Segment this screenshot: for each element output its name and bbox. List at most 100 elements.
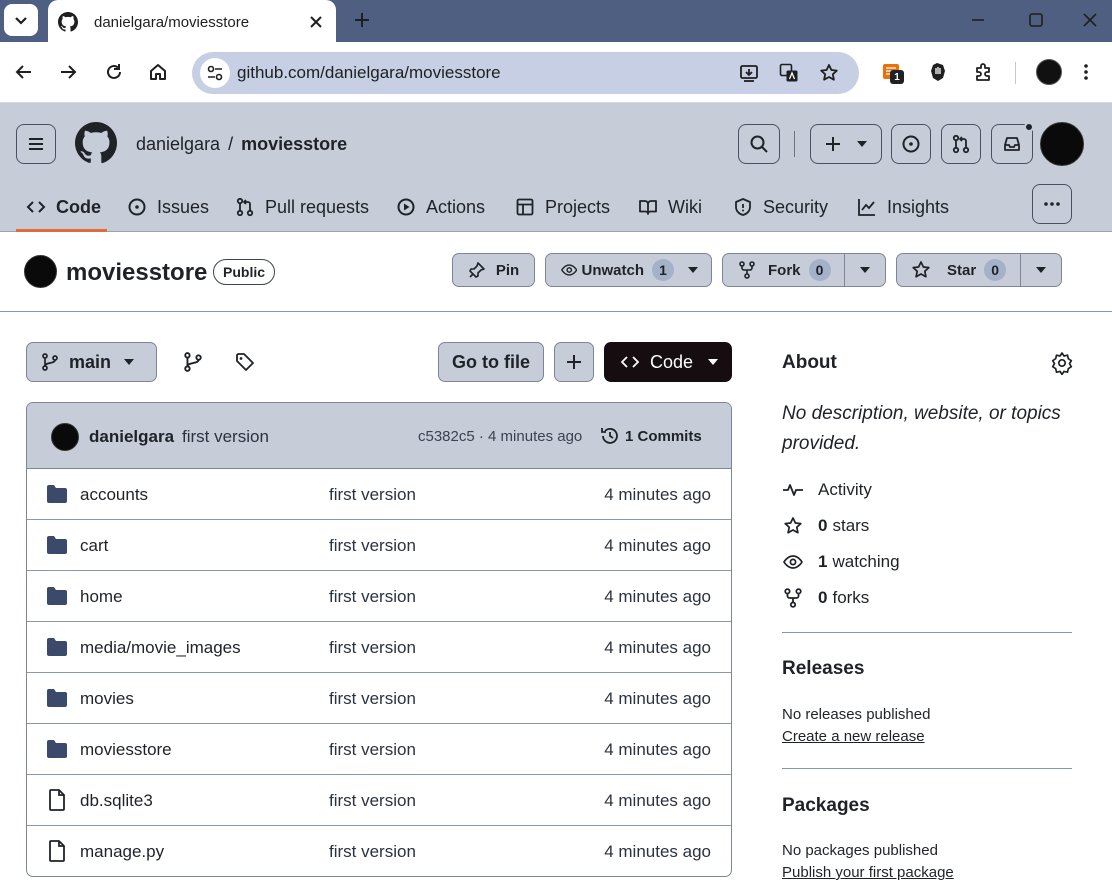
file-name-link[interactable]: home: [80, 587, 123, 607]
file-row[interactable]: moviesstore first version 4 minutes ago: [27, 724, 731, 775]
site-info-button[interactable]: [200, 58, 230, 88]
code-dropdown-button[interactable]: Code: [604, 342, 732, 382]
tab-search-button[interactable]: [4, 4, 38, 36]
repo-name[interactable]: moviesstore: [66, 259, 207, 287]
file-commit-message[interactable]: first version: [329, 689, 416, 709]
fork-button[interactable]: Fork 0: [723, 254, 844, 286]
file-name-link[interactable]: accounts: [80, 485, 148, 505]
commits-history-link[interactable]: 1 Commits: [599, 425, 702, 447]
adblock-extension-button[interactable]: [924, 58, 952, 86]
tab-code-label: Code: [56, 196, 101, 217]
branch-name: main: [69, 351, 112, 372]
file-name-link[interactable]: db.sqlite3: [80, 791, 153, 811]
tab-code[interactable]: Code: [26, 183, 101, 231]
file-row[interactable]: media/movie_images first version 4 minutes…: [27, 622, 731, 673]
packages-heading[interactable]: Packages: [782, 795, 870, 817]
home-button[interactable]: [144, 58, 172, 86]
create-release-link[interactable]: Create a new release: [782, 728, 925, 745]
forks-link[interactable]: 0 forks: [782, 588, 869, 608]
url-text[interactable]: github.com/danielgara/moviesstore: [237, 63, 501, 83]
commit-meta[interactable]: c5382c5 · 4 minutes ago: [418, 428, 582, 445]
file-name-link[interactable]: media/movie_images: [80, 638, 241, 658]
watch-button[interactable]: Unwatch 1: [546, 254, 674, 286]
tab-wiki[interactable]: Wiki: [638, 183, 702, 231]
file-name-link[interactable]: moviesstore: [80, 740, 172, 760]
commit-author-avatar[interactable]: [51, 423, 79, 451]
tab-actions[interactable]: Actions: [396, 183, 485, 231]
file-commit-message[interactable]: first version: [329, 536, 416, 556]
tab-issues[interactable]: Issues: [127, 183, 209, 231]
bookmark-star-button[interactable]: [817, 61, 841, 85]
extension-button[interactable]: 1: [878, 58, 906, 86]
file-row[interactable]: movies first version 4 minutes ago: [27, 673, 731, 724]
address-bar[interactable]: github.com/danielgara/moviesstore: [192, 52, 859, 94]
file-name-link[interactable]: movies: [80, 689, 134, 709]
tab-projects[interactable]: Projects: [515, 183, 610, 231]
breadcrumb-repo-link[interactable]: moviesstore: [241, 134, 347, 154]
nav-more-button[interactable]: [1032, 184, 1072, 224]
reload-button[interactable]: [100, 58, 128, 86]
forward-button[interactable]: [54, 58, 82, 86]
file-commit-message[interactable]: first version: [329, 587, 416, 607]
add-file-button[interactable]: [554, 342, 594, 382]
new-tab-button[interactable]: [348, 6, 376, 34]
fork-dropdown[interactable]: [845, 254, 885, 286]
github-logo-icon[interactable]: [75, 122, 117, 164]
install-app-button[interactable]: [737, 61, 761, 85]
tab-pull-requests[interactable]: Pull requests: [235, 183, 369, 231]
file-row[interactable]: manage.py first version 4 minutes ago: [27, 826, 731, 876]
gear-icon[interactable]: [1050, 351, 1074, 375]
branch-selector[interactable]: main: [26, 342, 157, 382]
watching-link[interactable]: 1 watching: [782, 552, 900, 572]
file-row[interactable]: db.sqlite3 first version 4 minutes ago: [27, 775, 731, 826]
close-window-button[interactable]: [1076, 6, 1104, 34]
publish-package-link[interactable]: Publish your first package: [782, 864, 954, 881]
commit-author[interactable]: danielgara: [89, 427, 174, 447]
releases-heading[interactable]: Releases: [782, 658, 864, 680]
search-button[interactable]: [738, 124, 780, 164]
pull-requests-button[interactable]: [941, 124, 981, 164]
pulse-icon: [783, 484, 803, 496]
arrow-left-icon: [15, 65, 31, 79]
file-commit-message[interactable]: first version: [329, 740, 416, 760]
issues-button[interactable]: [891, 124, 931, 164]
pin-button[interactable]: Pin: [452, 253, 535, 287]
file-name-link[interactable]: cart: [80, 536, 108, 556]
repo-owner-avatar[interactable]: [24, 255, 57, 288]
tab-insights[interactable]: Insights: [857, 183, 949, 231]
fork-label: Fork: [768, 261, 801, 279]
close-tab-icon[interactable]: [306, 12, 326, 32]
translate-button[interactable]: [777, 61, 801, 85]
breadcrumb-owner-link[interactable]: danielgara: [136, 134, 220, 154]
create-new-button[interactable]: [810, 124, 882, 164]
file-row[interactable]: cart first version 4 minutes ago: [27, 520, 731, 571]
maximize-button[interactable]: [1022, 6, 1050, 34]
global-menu-button[interactable]: [16, 124, 56, 164]
watch-dropdown[interactable]: [674, 254, 711, 286]
active-tab[interactable]: danielgara/moviesstore: [48, 0, 336, 44]
releases-empty-text: No releases published: [782, 706, 931, 723]
extensions-menu-button[interactable]: [970, 58, 998, 86]
file-commit-message[interactable]: first version: [329, 485, 416, 505]
back-button[interactable]: [10, 58, 38, 86]
commits-count-label: 1 Commits: [625, 427, 702, 445]
browser-menu-button[interactable]: [1072, 58, 1100, 86]
star-button[interactable]: Star 0: [897, 254, 1020, 286]
file-commit-message[interactable]: first version: [329, 791, 416, 811]
user-avatar[interactable]: [1040, 122, 1084, 166]
file-commit-message[interactable]: first version: [329, 638, 416, 658]
tags-link[interactable]: [231, 348, 259, 376]
activity-link[interactable]: Activity: [782, 480, 872, 500]
file-row[interactable]: home first version 4 minutes ago: [27, 571, 731, 622]
file-name-link[interactable]: manage.py: [80, 842, 164, 862]
minimize-button[interactable]: [964, 6, 992, 34]
stars-link[interactable]: 0 stars: [782, 516, 869, 536]
go-to-file-button[interactable]: Go to file: [438, 342, 544, 382]
file-row[interactable]: accounts first version 4 minutes ago: [27, 469, 731, 520]
tab-security[interactable]: Security: [733, 183, 828, 231]
branches-link[interactable]: [179, 348, 207, 376]
browser-profile-avatar[interactable]: [1036, 59, 1062, 85]
star-dropdown[interactable]: [1021, 254, 1061, 286]
commit-message[interactable]: first version: [182, 427, 269, 447]
file-commit-message[interactable]: first version: [329, 842, 416, 862]
